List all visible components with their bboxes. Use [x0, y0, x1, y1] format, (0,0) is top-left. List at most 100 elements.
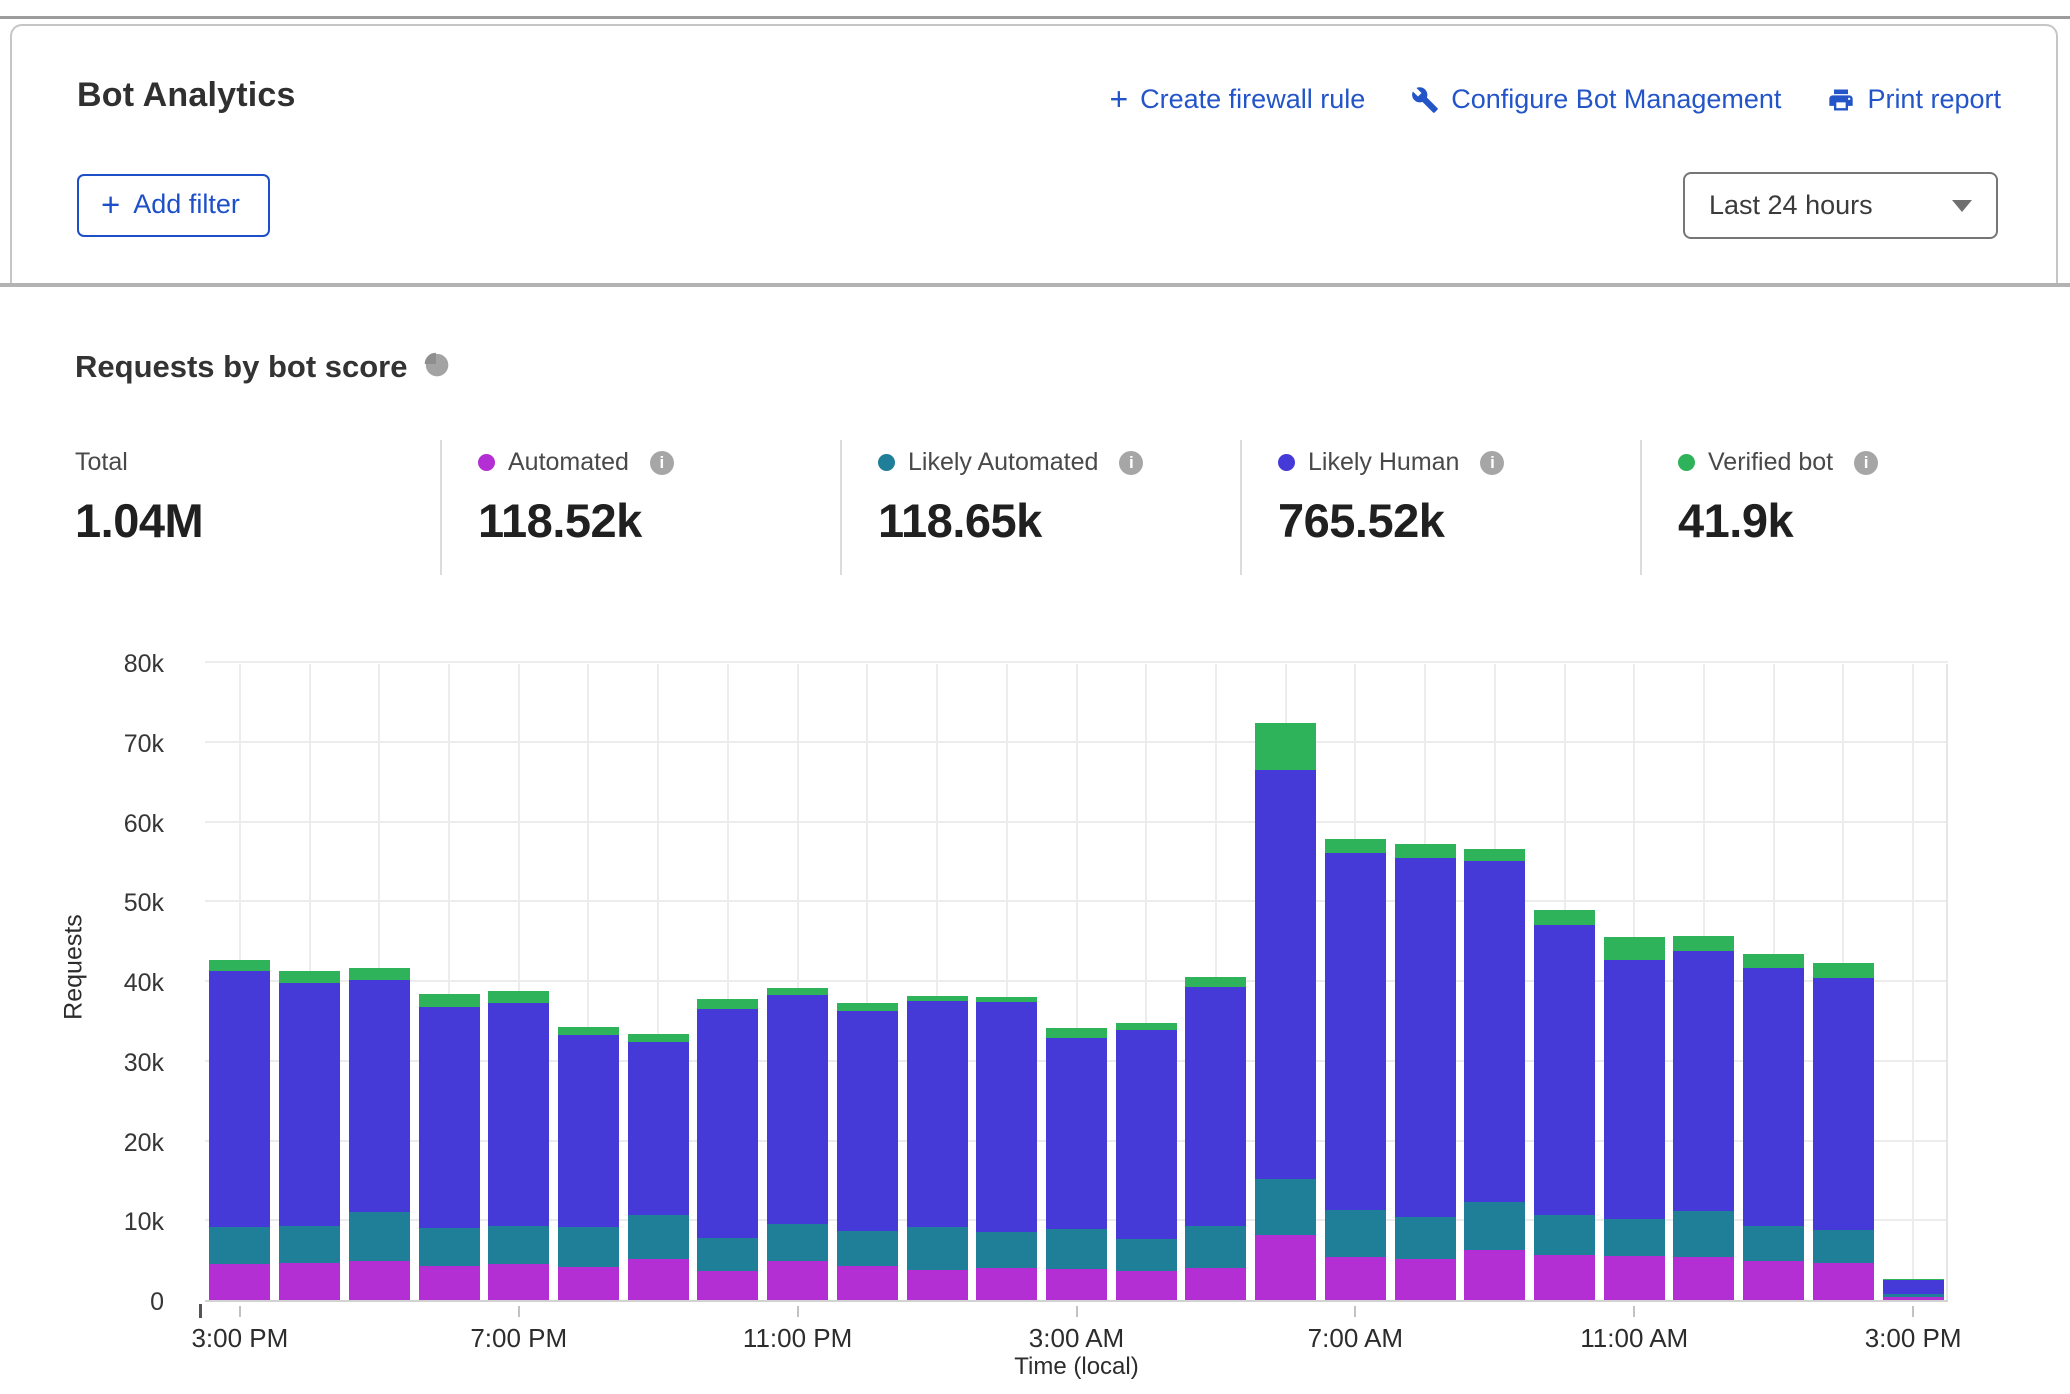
info-icon[interactable]: i [1480, 451, 1504, 475]
x-tick-mark [797, 1306, 799, 1317]
bar-stack-300pm[interactable] [209, 960, 270, 1300]
bar-segment-likely-human [767, 995, 828, 1224]
bar-stack-700pm[interactable] [488, 991, 549, 1300]
bar-stack-700am[interactable] [1325, 839, 1386, 1300]
y-tick-label: 40k [124, 967, 164, 999]
create-firewall-rule-link[interactable]: + Create firewall rule [1109, 84, 1365, 115]
bar-stack-900am[interactable] [1464, 849, 1525, 1300]
bar-segment-likely-human [1883, 1280, 1944, 1294]
bar-segment-likely-human [1743, 968, 1804, 1226]
page-top-divider [0, 16, 2070, 19]
bar-stack-500pm[interactable] [349, 968, 410, 1300]
bar-stack-300pm[interactable] [1883, 1279, 1944, 1300]
bar-stack-900pm[interactable] [628, 1034, 689, 1300]
x-tick-label: 11:00 PM [743, 1323, 852, 1354]
bar-stack-1100am[interactable] [1604, 937, 1665, 1300]
bar-segment-likely-automated [419, 1228, 480, 1265]
bar-stack-600am[interactable] [1255, 723, 1316, 1300]
y-tick-label: 80k [124, 648, 164, 680]
plus-icon: + [101, 192, 120, 218]
info-icon[interactable]: i [650, 451, 674, 475]
bar-stack-1100pm[interactable] [767, 988, 828, 1300]
configure-bot-management-link[interactable]: Configure Bot Management [1411, 84, 1781, 115]
stat-value: 1.04M [75, 493, 440, 548]
add-filter-button[interactable]: + Add filter [77, 174, 270, 237]
bar-segment-verified-bot [558, 1027, 619, 1036]
bar-segment-likely-human [628, 1042, 689, 1216]
bar-segment-verified-bot [1604, 937, 1665, 960]
bar-segment-likely-automated [1534, 1215, 1595, 1255]
bar-segment-automated [837, 1266, 898, 1300]
y-tick-label: 0 [150, 1286, 164, 1318]
bar-stack-200pm[interactable] [1813, 963, 1874, 1300]
bar-stack-100pm[interactable] [1743, 954, 1804, 1300]
bar-segment-automated [488, 1264, 549, 1300]
bar-segment-verified-bot [1395, 844, 1456, 858]
add-filter-label: Add filter [133, 189, 240, 220]
stat-label: Likely Human [1308, 448, 1459, 477]
x-tick-mark [239, 1306, 241, 1317]
bar-stack-200am[interactable] [976, 997, 1037, 1300]
x-axis-title: Time (local) [205, 1353, 1948, 1381]
y-tick-label: 20k [124, 1127, 164, 1159]
x-tick-label: 7:00 AM [1308, 1323, 1403, 1354]
bar-segment-automated [1813, 1263, 1874, 1300]
stat-label: Verified bot [1708, 448, 1833, 477]
bar-segment-automated [1046, 1269, 1107, 1300]
x-tick-mark [1633, 1306, 1635, 1317]
bar-segment-verified-bot [488, 991, 549, 1003]
stat-automated: Automated i 118.52k [440, 440, 840, 575]
bar-segment-likely-automated [349, 1212, 410, 1261]
bar-segment-likely-automated [837, 1231, 898, 1266]
bar-stack-1200am[interactable] [837, 1003, 898, 1300]
bar-segment-automated [1255, 1235, 1316, 1300]
bar-series [205, 664, 1948, 1300]
bar-segment-likely-automated [1046, 1229, 1107, 1269]
bar-segment-automated [1116, 1271, 1177, 1301]
bar-segment-verified-bot [697, 999, 758, 1009]
bar-segment-likely-automated [628, 1215, 689, 1258]
time-range-select[interactable]: Last 24 hours [1683, 172, 1998, 239]
bar-stack-1000pm[interactable] [697, 999, 758, 1300]
bar-stack-400am[interactable] [1116, 1023, 1177, 1301]
print-report-label: Print report [1867, 84, 2001, 115]
bar-stack-800pm[interactable] [558, 1027, 619, 1301]
bar-segment-likely-automated [1185, 1226, 1246, 1268]
bar-stack-300am[interactable] [1046, 1028, 1107, 1300]
bar-stack-800am[interactable] [1395, 844, 1456, 1300]
bar-segment-automated [767, 1261, 828, 1300]
bar-stack-500am[interactable] [1185, 977, 1246, 1300]
legend-dot-automated [478, 454, 495, 471]
bar-segment-automated [1395, 1259, 1456, 1300]
bar-segment-verified-bot [1464, 849, 1525, 861]
bar-stack-1200pm[interactable] [1673, 936, 1734, 1300]
info-icon[interactable]: i [1119, 451, 1143, 475]
stat-value: 765.52k [1278, 493, 1640, 548]
bar-stack-400pm[interactable] [279, 971, 340, 1300]
bar-segment-automated [279, 1263, 340, 1300]
bar-segment-likely-automated [1464, 1202, 1525, 1250]
y-tick-label: 30k [124, 1047, 164, 1079]
origin-tick [199, 1304, 202, 1318]
x-tick-label: 11:00 AM [1580, 1323, 1688, 1354]
bot-analytics-header-card: Bot Analytics + Create firewall rule Con… [10, 24, 2058, 284]
bar-segment-automated [1464, 1250, 1525, 1300]
bar-stack-1000am[interactable] [1534, 910, 1595, 1300]
info-icon[interactable]: i [1854, 451, 1878, 475]
print-report-link[interactable]: Print report [1827, 84, 2001, 115]
x-tick-mark [1076, 1306, 1078, 1317]
bar-segment-likely-human [697, 1009, 758, 1238]
bar-segment-automated [419, 1266, 480, 1300]
bar-segment-likely-human [1185, 987, 1246, 1225]
bar-segment-automated [1185, 1268, 1246, 1300]
bar-segment-automated [1604, 1256, 1665, 1300]
legend-dot-likely-automated [878, 454, 895, 471]
x-tick-mark [1912, 1306, 1914, 1317]
bar-segment-verified-bot [1255, 723, 1316, 769]
bar-segment-verified-bot [1673, 936, 1734, 951]
bar-segment-likely-human [1604, 960, 1665, 1218]
requests-by-bot-score-section: Requests by bot score Total 1.04M Automa… [0, 287, 2070, 1394]
bar-segment-automated [1534, 1255, 1595, 1300]
bar-stack-600pm[interactable] [419, 994, 480, 1300]
bar-stack-100am[interactable] [907, 996, 968, 1300]
